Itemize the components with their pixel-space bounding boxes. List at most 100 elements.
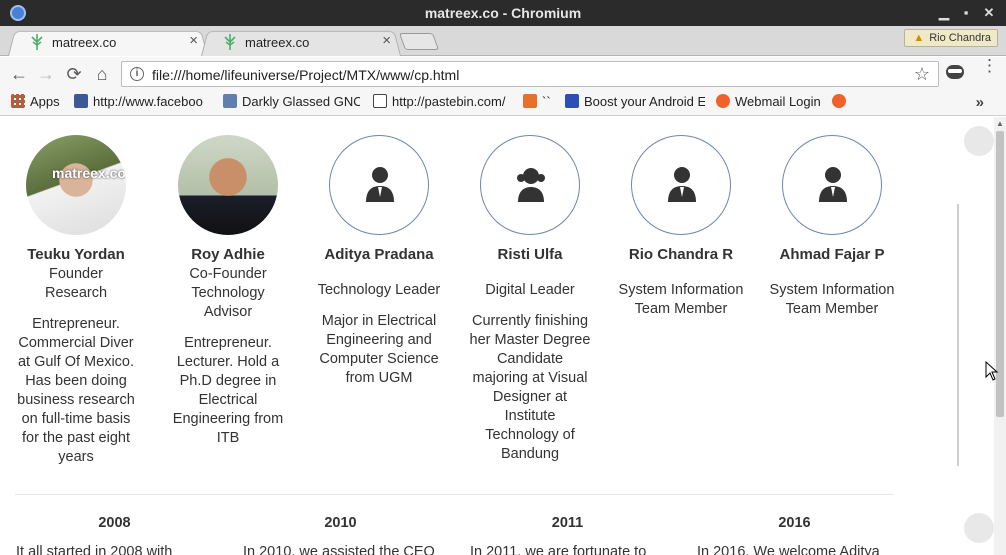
new-tab-button[interactable] [398,33,440,50]
reload-button[interactable]: ⟳ [63,63,85,85]
timeline-year: 2016 [778,515,811,531]
member-desc-line: Commercial Diver [18,335,134,351]
male-user-icon [668,167,696,202]
browser-menu-icon[interactable]: ⋮ [981,57,998,74]
pastebin-icon [373,94,387,108]
bookmark-label: Darkly Glassed GNO [242,94,360,109]
close-window-button[interactable]: ✕ [980,4,998,22]
member-role-line: Advisor [203,304,253,320]
home-button[interactable]: ⌂ [91,63,113,85]
team-member-card: Ahmad Fajar P System Information Team Me… [767,135,897,319]
bookmark-boost-android[interactable]: Boost your Android E [565,94,705,112]
bookmark-label: http://www.faceboo [93,94,203,109]
timeline-year: 2008 [98,515,131,531]
member-desc-line: Ph.D degree in [179,373,277,389]
member-desc-line: Electrical [198,392,258,408]
team-member-card: Rio Chandra R System Information Team Me… [616,135,746,319]
member-desc-line: Designer at [492,389,568,405]
url-text[interactable]: file:///home/lifeuniverse/Project/MTX/ww… [152,67,459,83]
maximize-button[interactable]: ▪ [957,4,975,22]
mouse-cursor-icon [985,361,999,381]
page-scrollbar[interactable]: ▲ [994,117,1006,555]
member-desc-line: Currently finishing [471,313,589,329]
minimize-button[interactable]: ▁ [935,4,953,22]
timeline-year: 2011 [551,515,584,531]
male-user-icon [366,167,394,202]
member-avatar [480,135,580,235]
member-role-line: Team Member [785,301,879,317]
member-desc-line: Candidate [496,351,564,367]
member-role-line: Co-Founder [189,266,267,282]
bookmark-label: Boost your Android E [584,94,705,109]
member-role-line: Research [44,285,108,301]
member-desc-line: for the past eight [21,430,130,446]
section-divider [15,494,893,495]
member-desc-line: ITB [216,430,240,446]
browser-toolbar: ← → ⟳ ⌂ i file:///home/lifeuniverse/Proj… [0,57,1006,90]
member-name: Risti Ulfa [497,246,563,263]
bookmark-label: http://pastebin.com/ [392,94,506,109]
tab-label: matreex.co [245,35,310,50]
bookmark-label: `` [542,94,551,109]
gnome-icon [223,94,237,108]
bookmark-pastebin[interactable]: http://pastebin.com/ [373,94,511,112]
member-desc-line: Engineering and [326,332,432,348]
team-member-card: Aditya Pradana Technology Leader Major i… [314,135,444,388]
member-desc-line: Engineering from [172,411,284,427]
member-name: Teuku Yordan [27,246,125,263]
bookmark-apps[interactable]: Apps [11,94,66,112]
member-desc-line: Bandung [500,446,560,462]
close-tab-icon[interactable]: × [189,32,198,49]
team-member-card: matreex.co Teuku Yordan Founder Research… [11,135,141,467]
bookmarks-bar: Apps http://www.faceboo Darkly Glassed G… [0,90,1006,116]
member-desc-line: Technology of [485,427,575,443]
scroll-down-dot[interactable] [964,513,994,543]
leaf-favicon-icon [31,34,43,50]
member-desc-line: years [58,449,94,465]
bookmark-darkly-glassed[interactable]: Darkly Glassed GNO [223,94,360,112]
tab-matreex-1[interactable]: matreex.co × [8,29,208,56]
address-bar[interactable]: i file:///home/lifeuniverse/Project/MTX/… [121,61,939,87]
bookmark-label: Webmail Login [735,94,821,109]
info-icon[interactable]: i [130,67,144,81]
member-name: Aditya Pradana [324,246,434,263]
team-member-card: Risti Ulfa Digital Leader Currently fini… [465,135,595,464]
scroll-up-arrow-icon[interactable]: ▲ [996,119,1004,128]
profile-badge[interactable]: ▲ Rio Chandra [904,29,998,47]
leaf-favicon-icon [224,34,236,50]
feed-icon [523,94,537,108]
cpanel-icon [832,94,846,108]
facebook-icon [74,94,88,108]
member-desc-line: Computer Science [319,351,439,367]
forward-button[interactable]: → [35,63,57,85]
member-role-line: Team Member [634,301,728,317]
profile-name: Rio Chandra [929,32,991,44]
member-name: Rio Chandra R [628,246,734,263]
android-icon [565,94,579,108]
timeline-text: In 2016, We welcome Aditya [697,544,880,555]
member-photo [178,135,278,235]
member-avatar [782,135,882,235]
warning-icon: ▲ [913,32,925,44]
timeline-text: In 2011, we are fortunate to [470,544,647,555]
close-tab-icon[interactable]: × [382,32,391,49]
bookmark-webmail[interactable]: Webmail Login [716,94,826,112]
member-desc-line: Lecturer. Hold a [176,354,280,370]
window-titlebar: matreex.co - Chromium ▁ ▪ ✕ [0,0,1006,26]
tab-matreex-2[interactable]: matreex.co × [201,29,401,56]
member-name: Ahmad Fajar P [779,246,885,263]
scroll-up-dot[interactable] [964,126,994,156]
bookmark-facebook[interactable]: http://www.faceboo [74,94,210,112]
bookmark-feed[interactable]: `` [523,94,555,112]
member-desc-line: Entrepreneur. [184,335,272,351]
bookmarks-overflow-button[interactable]: » [976,94,984,111]
tab-label: matreex.co [52,35,117,50]
bookmark-star-icon[interactable]: ☆ [914,64,930,85]
member-role-line: System Information [769,282,895,298]
incognito-extension-icon[interactable] [946,65,964,79]
bookmark-cpanel[interactable] [832,94,852,112]
member-desc-line: on full-time basis [21,411,131,427]
back-button[interactable]: ← [8,63,30,85]
member-desc-line: Major in Electrical [321,313,437,329]
member-desc-line: business research [17,392,135,408]
